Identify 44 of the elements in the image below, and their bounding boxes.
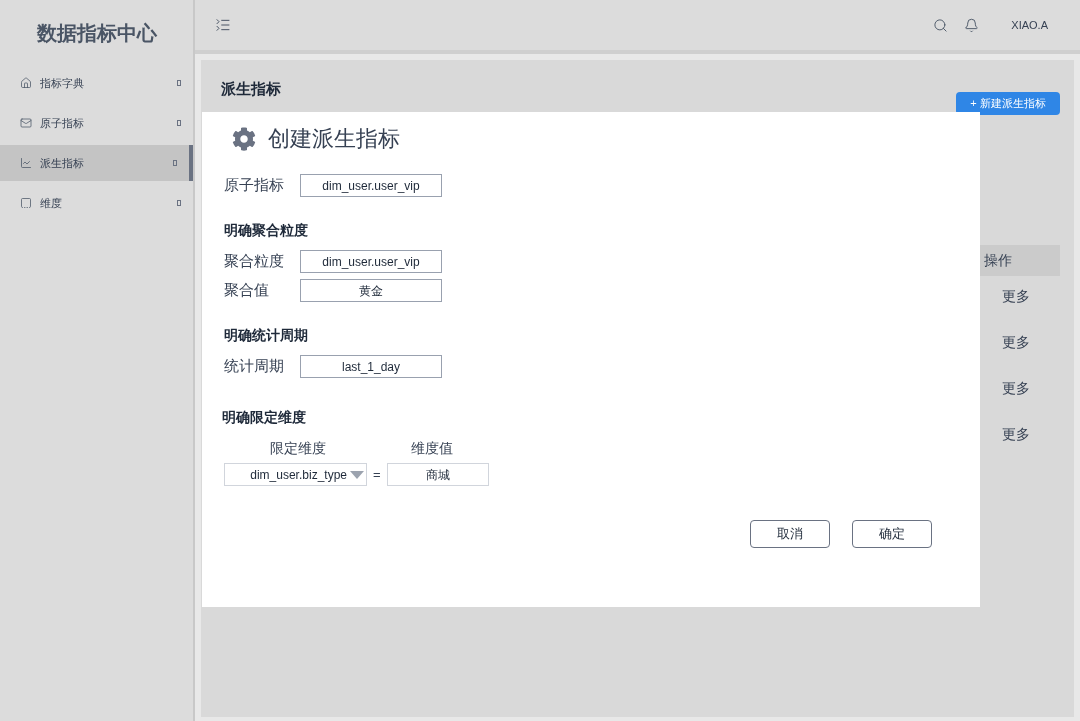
section-heading: 明确统计周期	[224, 326, 309, 345]
input-field[interactable]: 黄金	[300, 279, 442, 302]
square-icon	[177, 80, 181, 86]
sidebar-item[interactable]: 维度	[0, 185, 193, 221]
more-link[interactable]: 更多	[1002, 285, 1030, 307]
field-label: 原子指标	[224, 175, 284, 196]
more-link[interactable]: 更多	[1002, 377, 1030, 399]
new-button[interactable]: + 新建派生指标	[956, 92, 1060, 115]
input-field[interactable]: last_1_day	[300, 355, 442, 378]
more-link[interactable]: 更多	[1002, 423, 1030, 445]
sidebar-item[interactable]: 指标字典	[0, 65, 193, 101]
dialog-button[interactable]: 确定	[852, 520, 932, 548]
dropdown[interactable]: dim_user.biz_type	[224, 463, 367, 486]
input-field[interactable]: dim_user.user_vip	[300, 250, 442, 273]
square-icon	[173, 160, 177, 166]
field-label: 聚合值	[224, 280, 270, 301]
section-heading: 明确聚合粒度	[224, 221, 309, 240]
square-icon	[20, 197, 32, 209]
home-icon	[20, 77, 32, 89]
mail-icon	[20, 117, 32, 129]
app-title: 数据指标中心	[35, 20, 158, 46]
column-label: 限定维度	[269, 439, 327, 458]
menu-icon[interactable]	[215, 17, 231, 33]
input-field[interactable]: 商城	[386, 463, 489, 486]
user-name[interactable]: XIAO.A	[1011, 16, 1048, 34]
square-icon	[177, 200, 181, 206]
dialog-title: 创建派生指标	[268, 125, 400, 153]
equals-sign: =	[373, 465, 381, 484]
sidebar-item[interactable]: 派生指标	[0, 145, 193, 181]
column-label: 维度值	[410, 439, 454, 458]
caret-icon	[350, 470, 364, 479]
bell-icon[interactable]	[964, 17, 980, 33]
sidebar-item[interactable]: 原子指标	[0, 105, 193, 141]
more-link[interactable]: 更多	[1002, 331, 1030, 353]
field-label: 统计周期	[224, 356, 284, 377]
dialog-button[interactable]: 取消	[750, 520, 830, 548]
input-field[interactable]: dim_user.user_vip	[300, 174, 442, 197]
gear-icon	[232, 126, 256, 151]
page-title: 派生指标	[221, 79, 281, 99]
line-chart-icon	[20, 157, 32, 169]
search-icon[interactable]	[933, 17, 949, 33]
section-heading: 明确限定维度	[222, 408, 307, 427]
square-icon	[177, 120, 181, 126]
field-label: 聚合粒度	[224, 251, 284, 272]
